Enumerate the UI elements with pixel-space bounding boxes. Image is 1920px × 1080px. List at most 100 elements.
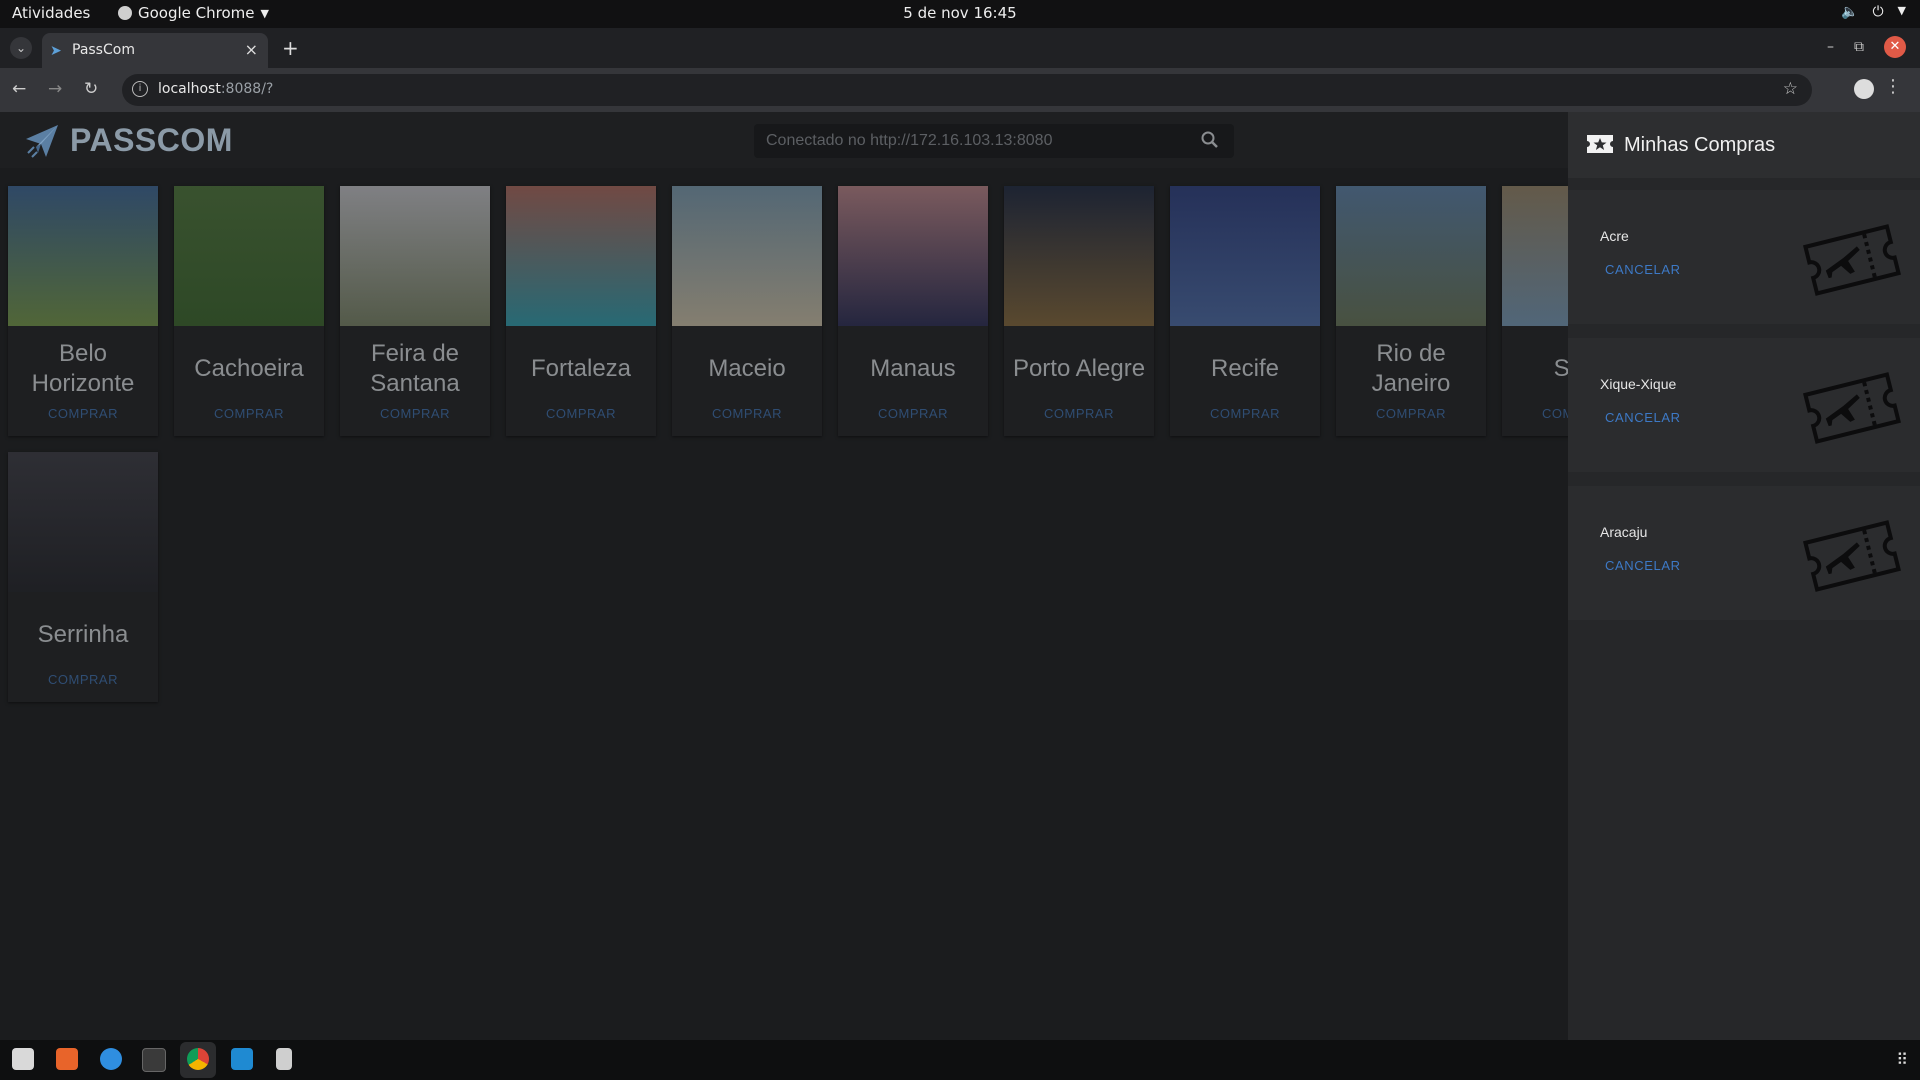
city-name: Feira de Santana [370, 340, 460, 397]
buy-button[interactable]: COMPRAR [8, 406, 158, 421]
paper-plane-icon [26, 124, 58, 158]
drawer-title: Minhas Compras [1624, 134, 1776, 156]
browser-tab[interactable]: ➤ PassCom × [42, 33, 268, 68]
volume-icon[interactable]: 🔈 [1841, 4, 1858, 20]
url-path: :8088/? [220, 81, 274, 97]
caret-down-icon: ▼ [260, 6, 269, 20]
tab-search-button[interactable]: ⌄ [10, 37, 32, 59]
terminal-icon[interactable] [142, 1048, 166, 1072]
purchase-city-name: Aracaju [1600, 524, 1648, 540]
files-icon[interactable] [12, 1048, 34, 1070]
chrome-icon [118, 6, 132, 20]
app-menu-label: Google Chrome [138, 4, 255, 22]
buy-button[interactable]: COMPRAR [1502, 406, 1568, 421]
city-card[interactable]: Serrinha COMPRAR [8, 452, 158, 702]
city-name: Manaus [870, 355, 956, 382]
server-search-field[interactable]: Conectado no http://172.16.103.13:8080 [754, 124, 1234, 158]
caret-down-icon[interactable]: ▼ [1898, 4, 1906, 20]
brand-name: PASSCOM [70, 122, 233, 158]
buy-button[interactable]: COMPRAR [506, 406, 656, 421]
purchase-card: Aracaju CANCELAR [1568, 486, 1920, 620]
clock[interactable]: 5 de nov 16:45 [0, 4, 1920, 22]
city-name: Salv [1553, 355, 1568, 382]
city-card[interactable]: Belo Horizonte COMPRAR [8, 186, 158, 436]
city-card[interactable]: Feira de Santana COMPRAR [340, 186, 490, 436]
show-apps-icon[interactable]: ⠿ [1896, 1050, 1908, 1069]
cancel-button[interactable]: CANCELAR [1605, 262, 1681, 277]
cancel-button[interactable]: CANCELAR [1605, 410, 1681, 425]
city-card[interactable]: Recife COMPRAR [1170, 186, 1320, 436]
purchase-city-name: Acre [1600, 228, 1629, 244]
city-card[interactable]: Porto Alegre COMPRAR [1004, 186, 1154, 436]
close-tab-icon[interactable]: × [245, 40, 258, 59]
close-window-icon[interactable]: ✕ [1884, 36, 1906, 58]
city-photo [8, 186, 158, 326]
buy-button[interactable]: COMPRAR [1336, 406, 1486, 421]
new-tab-button[interactable]: + [282, 36, 299, 60]
plane-ticket-icon [1800, 218, 1904, 306]
city-card[interactable]: Manaus COMPRAR [838, 186, 988, 436]
city-photo [838, 186, 988, 326]
buy-button[interactable]: COMPRAR [672, 406, 822, 421]
address-bar[interactable]: i localhost:8088/? ☆ [122, 74, 1812, 106]
plane-ticket-icon [1800, 514, 1904, 602]
help-icon[interactable] [100, 1048, 122, 1070]
maximize-icon[interactable]: ⧉ [1854, 39, 1864, 55]
city-name: Cachoeira [194, 355, 304, 382]
city-card[interactable]: Salv COMPRAR [1502, 186, 1568, 436]
brand-logo[interactable]: PASSCOM [24, 122, 233, 159]
back-icon[interactable]: ← [12, 79, 26, 99]
buy-button[interactable]: COMPRAR [1170, 406, 1320, 421]
forward-icon[interactable]: → [48, 79, 62, 99]
buy-button[interactable]: COMPRAR [174, 406, 324, 421]
system-tray[interactable]: 🔈 ⏻ ▼ [1841, 4, 1906, 20]
profile-avatar[interactable] [1854, 79, 1874, 99]
document-icon[interactable] [276, 1048, 292, 1070]
bookmark-star-icon[interactable]: ☆ [1783, 79, 1798, 99]
app-menu[interactable]: Google Chrome ▼ [118, 4, 269, 22]
purchases-drawer: Minhas Compras Acre CANCELAR Xique-Xique CA… [1568, 112, 1920, 1040]
city-name: Fortaleza [530, 355, 632, 382]
buy-button[interactable]: COMPRAR [1004, 406, 1154, 421]
search-placeholder: Conectado no http://172.16.103.13:8080 [766, 132, 1053, 149]
cancel-button[interactable]: CANCELAR [1605, 558, 1681, 573]
taskbar: ⠿ [0, 1040, 1920, 1080]
city-name: Belo Horizonte [31, 340, 135, 397]
activities-button[interactable]: Atividades [12, 4, 90, 22]
city-photo [1336, 186, 1486, 326]
url-host: localhost [158, 81, 221, 97]
more-menu-icon[interactable]: ⋮ [1884, 76, 1902, 97]
software-store-icon[interactable] [56, 1048, 78, 1070]
city-photo [340, 186, 490, 326]
system-top-bar: Atividades Google Chrome ▼ 5 de nov 16:4… [0, 0, 1920, 28]
city-card[interactable]: Cachoeira COMPRAR [174, 186, 324, 436]
site-info-icon[interactable]: i [132, 81, 148, 97]
city-photo [672, 186, 822, 326]
chrome-icon[interactable] [187, 1048, 209, 1070]
reload-icon[interactable]: ↻ [84, 79, 98, 99]
buy-button[interactable]: COMPRAR [838, 406, 988, 421]
vscode-icon[interactable] [231, 1048, 253, 1070]
url-text[interactable]: localhost:8088/? [158, 81, 273, 97]
city-card[interactable]: Maceio COMPRAR [672, 186, 822, 436]
search-icon[interactable] [1200, 130, 1220, 150]
city-card[interactable]: Rio de Janeiro COMPRAR [1336, 186, 1486, 436]
city-photo [8, 452, 158, 592]
city-photo [506, 186, 656, 326]
city-name: Recife [1210, 355, 1280, 382]
ticket-star-icon [1587, 135, 1613, 153]
city-photo [1502, 186, 1568, 326]
page-content: PASSCOM Conectado no http://172.16.103.1… [0, 112, 1568, 1040]
drawer-header: Minhas Compras [1568, 112, 1920, 178]
buy-button[interactable]: COMPRAR [340, 406, 490, 421]
minimize-icon[interactable]: – [1827, 39, 1834, 55]
power-icon[interactable]: ⏻ [1872, 4, 1883, 20]
city-name: Rio de Janeiro [1371, 340, 1451, 397]
city-card[interactable]: Fortaleza COMPRAR [506, 186, 656, 436]
city-name: Maceio [708, 355, 786, 382]
tab-title: PassCom [72, 42, 135, 58]
window-controls: – ⧉ ✕ [1827, 36, 1906, 58]
buy-button[interactable]: COMPRAR [8, 672, 158, 687]
city-photo [174, 186, 324, 326]
purchase-city-name: Xique-Xique [1600, 376, 1677, 392]
